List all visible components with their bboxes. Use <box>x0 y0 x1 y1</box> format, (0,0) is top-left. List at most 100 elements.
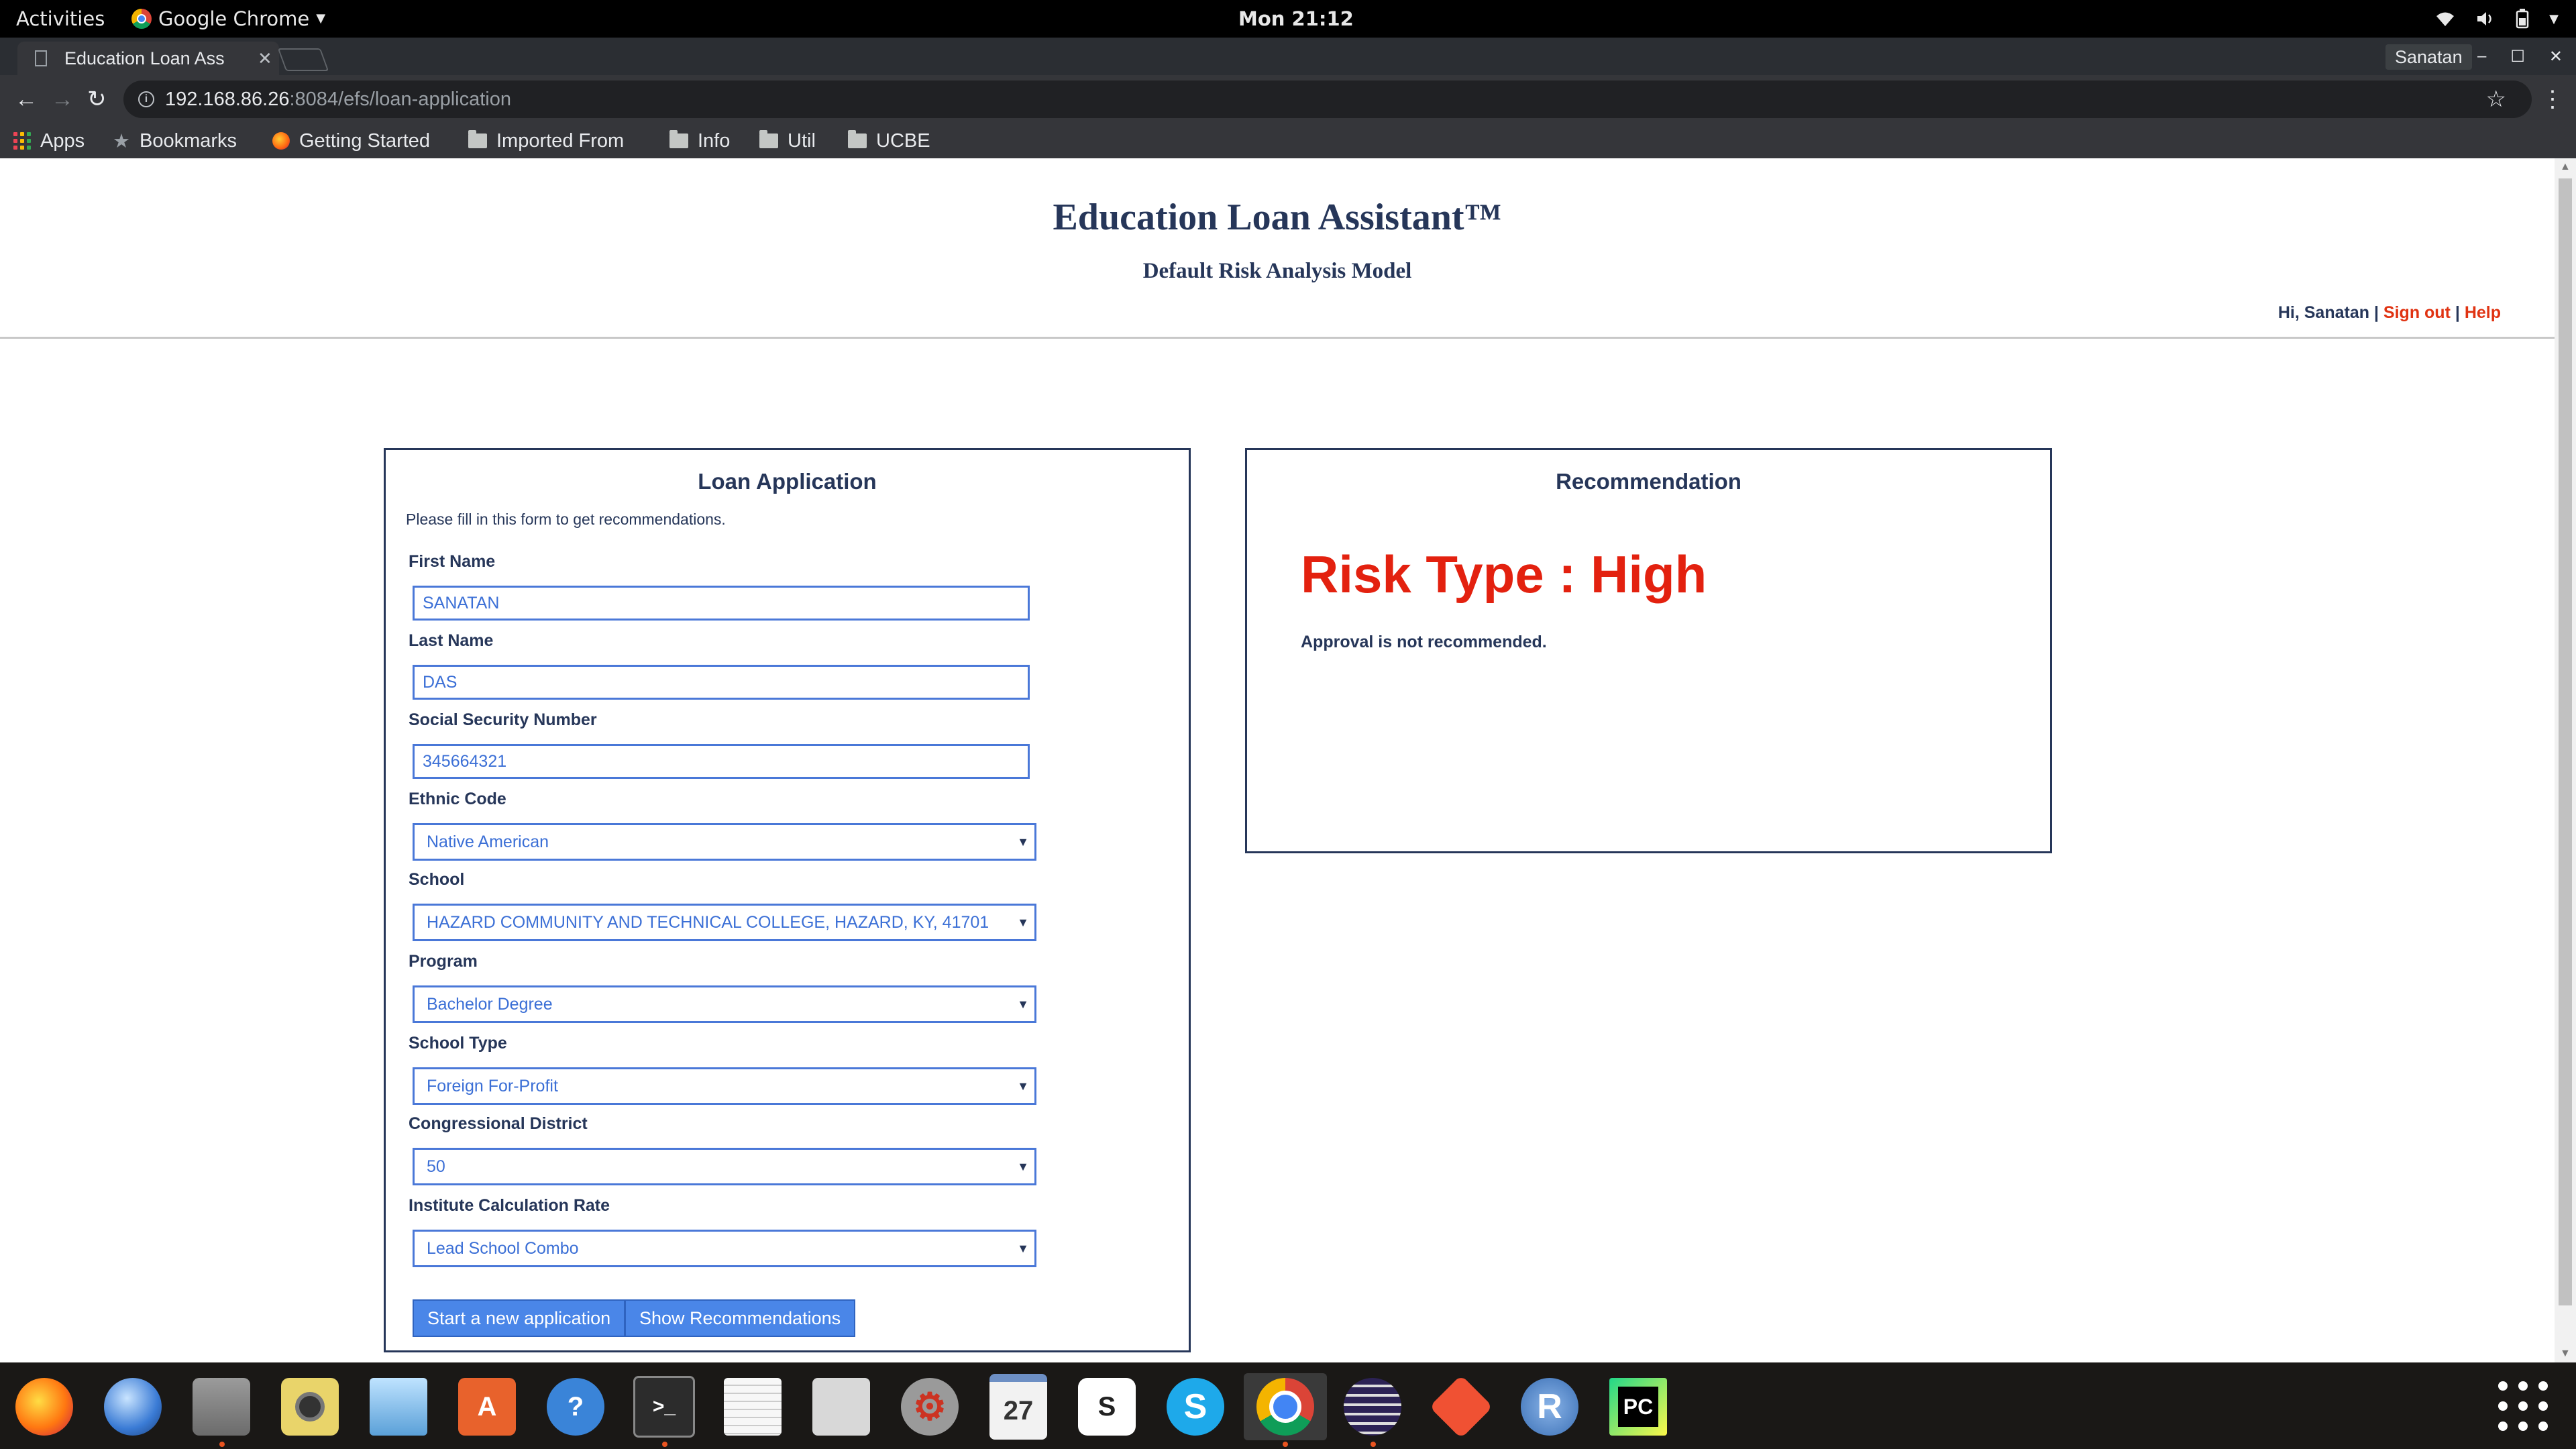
bookmark-apps[interactable]: Apps <box>13 123 85 158</box>
dock-system-tools[interactable]: ⚙ <box>896 1373 963 1440</box>
help-link[interactable]: Help <box>2465 303 2501 322</box>
url-host: 192.168.86.26 <box>165 88 290 110</box>
bookmark-ucbe[interactable]: UCBE <box>848 123 930 158</box>
maximize-icon[interactable]: ☐ <box>2510 47 2525 66</box>
dock-text-editor[interactable] <box>719 1373 786 1440</box>
chevron-down-icon: ▼ <box>1017 1160 1029 1173</box>
folder-icon <box>759 130 778 148</box>
back-icon[interactable]: ← <box>15 75 38 123</box>
minimize-icon[interactable]: – <box>2477 47 2486 66</box>
bookmark-star-icon[interactable]: ☆ <box>2486 86 2506 113</box>
star-icon: ★ <box>113 130 130 152</box>
greeting: Hi, Sanatan <box>2277 303 2370 322</box>
dock-firefox[interactable] <box>11 1373 78 1440</box>
page-subtitle: Default Risk Analysis Model <box>1142 259 1412 283</box>
dock-image-viewer[interactable] <box>365 1373 432 1440</box>
bookmark-util[interactable]: Util <box>759 123 816 158</box>
profile-button[interactable]: Sanatan <box>2385 44 2472 70</box>
forward-icon[interactable]: → <box>51 75 74 123</box>
show-recommendations-button[interactable]: Show Recommendations <box>625 1299 856 1337</box>
close-icon[interactable]: ✕ <box>2549 47 2563 66</box>
dock-dconf[interactable] <box>808 1373 875 1440</box>
settings-panel-icon <box>812 1378 870 1436</box>
info-icon[interactable]: i <box>138 91 154 107</box>
select-value: Bachelor Degree <box>427 995 553 1014</box>
school-select[interactable]: HAZARD COMMUNITY AND TECHNICAL COLLEGE, … <box>413 904 1036 941</box>
ethnic-code-select[interactable]: Native American ▼ <box>413 823 1036 861</box>
address-bar[interactable]: i 192.168.86.26:8084/efs/loan-applicatio… <box>123 80 2532 118</box>
calendar-icon: 27 <box>989 1374 1047 1440</box>
speaker-icon <box>281 1378 339 1436</box>
bookmark-bookmarks[interactable]: ★ Bookmarks <box>113 123 237 158</box>
file-cabinet-icon <box>193 1378 250 1436</box>
dock-rhythmbox[interactable] <box>276 1373 343 1440</box>
congressional-district-select[interactable]: 50 ▼ <box>413 1148 1036 1185</box>
skype-icon: S <box>1167 1378 1224 1436</box>
start-new-application-button[interactable]: Start a new application <box>413 1299 626 1337</box>
reload-icon[interactable]: ↻ <box>87 75 107 123</box>
git-icon <box>1429 1375 1493 1439</box>
scroll-down-icon[interactable]: ▼ <box>2560 1348 2571 1360</box>
show-applications-icon[interactable] <box>2498 1381 2548 1431</box>
folder-icon <box>848 130 867 148</box>
panel-title: Loan Application <box>698 469 877 494</box>
dock-eclipse[interactable] <box>1339 1373 1406 1447</box>
first-name-field[interactable] <box>413 586 1030 621</box>
dock-help[interactable]: ? <box>542 1373 609 1440</box>
clock[interactable]: Mon 21:12 <box>1238 0 1354 38</box>
bookmark-imported[interactable]: Imported From <box>468 123 624 158</box>
page-title: Education Loan Assistant™ <box>1053 197 1502 238</box>
select-value: Native American <box>427 833 549 851</box>
user-nav: Hi, Sanatan | Sign out | Help <box>2278 303 2501 323</box>
dock-terminal[interactable]: >_ <box>631 1373 698 1447</box>
bookmark-info[interactable]: Info <box>669 123 730 158</box>
dock-git[interactable] <box>1428 1373 1495 1440</box>
system-tray[interactable]: ▼ <box>2435 0 2559 38</box>
thunderbird-icon <box>104 1378 162 1436</box>
loan-application-panel: Loan Application Please fill in this for… <box>384 448 1191 1352</box>
chevron-down-icon: ▼ <box>2549 11 2559 26</box>
school-type-label: School Type <box>409 1034 507 1053</box>
dock-files[interactable] <box>188 1373 255 1447</box>
menu-icon[interactable]: ⋮ <box>2541 75 2564 123</box>
app-menu[interactable]: Google Chrome ▼ <box>131 0 325 38</box>
ssn-label: Social Security Number <box>409 710 597 729</box>
taskbar-dock: A ? >_ ⚙ 27 S S R PC <box>0 1362 2576 1449</box>
sign-out-link[interactable]: Sign out <box>2383 303 2451 322</box>
scrollbar-thumb[interactable] <box>2559 178 2572 1305</box>
dock-thunderbird[interactable] <box>99 1373 166 1440</box>
software-center-icon: A <box>458 1378 516 1436</box>
page-scrollbar[interactable]: ▲ ▼ <box>2555 158 2576 1362</box>
activities-button[interactable]: Activities <box>16 0 105 38</box>
first-name-label: First Name <box>409 552 496 571</box>
select-value: HAZARD COMMUNITY AND TECHNICAL COLLEGE, … <box>427 913 989 932</box>
form-intro: Please fill in this form to get recommen… <box>406 511 726 528</box>
dock-slack[interactable]: S <box>1073 1373 1140 1440</box>
chevron-down-icon: ▼ <box>1017 835 1029 849</box>
scroll-up-icon[interactable]: ▲ <box>2560 161 2571 173</box>
last-name-label: Last Name <box>409 631 494 650</box>
image-viewer-icon <box>370 1378 427 1436</box>
last-name-field[interactable] <box>413 665 1030 700</box>
dock-rstudio[interactable]: R <box>1516 1373 1583 1440</box>
school-type-select[interactable]: Foreign For-Profit ▼ <box>413 1067 1036 1105</box>
institute-rate-select[interactable]: Lead School Combo ▼ <box>413 1230 1036 1267</box>
browser-tab[interactable]: Education Loan Ass ✕ <box>17 42 279 75</box>
firefox-icon <box>272 132 290 150</box>
bookmark-getting-started[interactable]: Getting Started <box>272 123 430 158</box>
ssn-field[interactable] <box>413 744 1030 779</box>
chrome-icon <box>1256 1378 1314 1436</box>
folder-icon <box>468 130 487 148</box>
close-icon[interactable]: ✕ <box>258 48 272 69</box>
apps-grid-icon <box>13 132 31 150</box>
chevron-down-icon: ▼ <box>316 11 326 25</box>
dock-pycharm[interactable]: PC <box>1605 1373 1672 1440</box>
dock-skype[interactable]: S <box>1162 1373 1229 1440</box>
dock-calendar[interactable]: 27 <box>985 1373 1052 1440</box>
bookmark-label: Getting Started <box>299 129 431 152</box>
new-tab-button[interactable] <box>277 48 329 71</box>
program-select[interactable]: Bachelor Degree ▼ <box>413 985 1036 1023</box>
dock-chrome[interactable] <box>1244 1373 1327 1447</box>
dock-software-center[interactable]: A <box>453 1373 521 1440</box>
select-value: Lead School Combo <box>427 1239 579 1258</box>
